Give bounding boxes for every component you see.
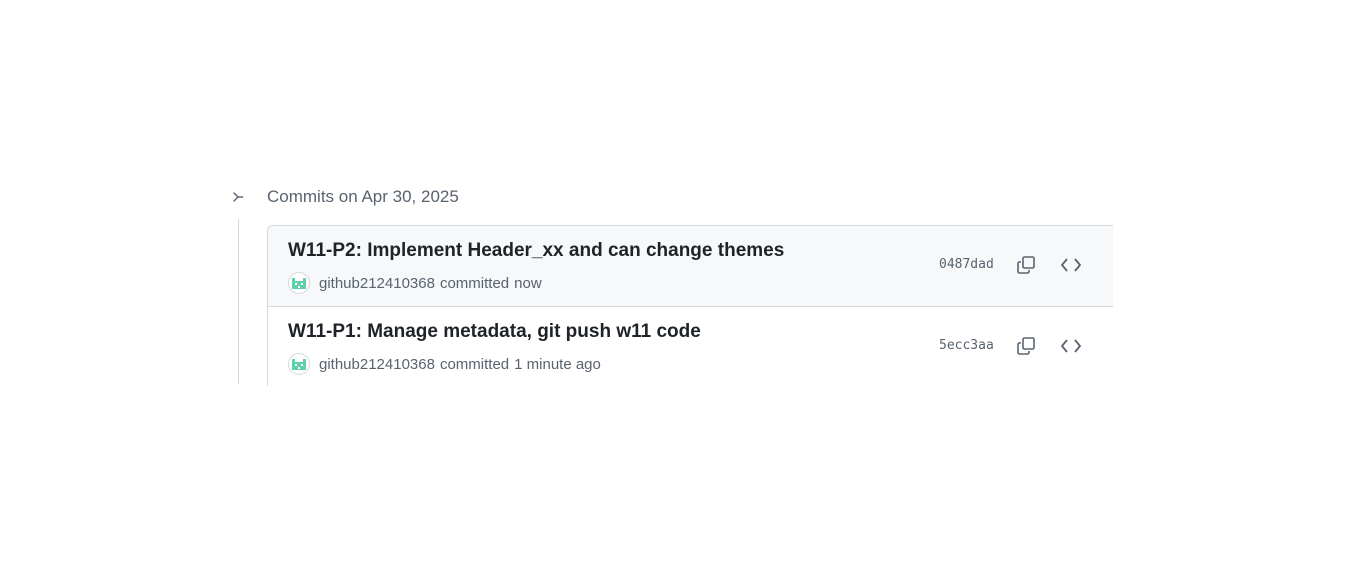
timeline-line [238, 219, 239, 384]
avatar[interactable] [288, 353, 310, 375]
commit-sha-link[interactable]: 5ecc3aa [939, 338, 994, 353]
commit-title-link[interactable]: W11-P2: Implement Header_xx and can chan… [288, 240, 784, 262]
commit-time[interactable]: 1 minute ago [514, 356, 601, 373]
commit-verb: committed [439, 355, 510, 373]
commit-verb: committed [439, 274, 510, 292]
commit-row: W11-P2: Implement Header_xx and can chan… [268, 226, 1113, 307]
commit-group-header: Commits on Apr 30, 2025 [230, 182, 1120, 214]
copy-icon[interactable] [1014, 334, 1038, 358]
copy-icon[interactable] [1014, 253, 1038, 277]
code-icon[interactable] [1059, 334, 1083, 358]
commit-row: W11-P1: Manage metadata, git push w11 co… [268, 307, 1113, 386]
commit-list: W11-P2: Implement Header_xx and can chan… [267, 225, 1113, 386]
author-link[interactable]: github212410368 [319, 356, 435, 373]
code-icon[interactable] [1059, 253, 1083, 277]
commit-time[interactable]: now [514, 275, 542, 292]
commit-group: Commits on Apr 30, 2025 W11-P2: Implemen… [230, 182, 1120, 386]
page: Commits on Apr 30, 2025 W11-P2: Implemen… [0, 0, 1350, 570]
author-link[interactable]: github212410368 [319, 275, 435, 292]
git-commit-icon [230, 189, 246, 205]
avatar[interactable] [288, 272, 310, 294]
commit-meta: github212410368 committed now [288, 272, 542, 294]
commit-group-title: Commits on Apr 30, 2025 [267, 187, 459, 206]
commit-sha-link[interactable]: 0487dad [939, 257, 994, 272]
commit-title-link[interactable]: W11-P1: Manage metadata, git push w11 co… [288, 321, 701, 343]
commit-meta: github212410368 committed 1 minute ago [288, 353, 601, 375]
